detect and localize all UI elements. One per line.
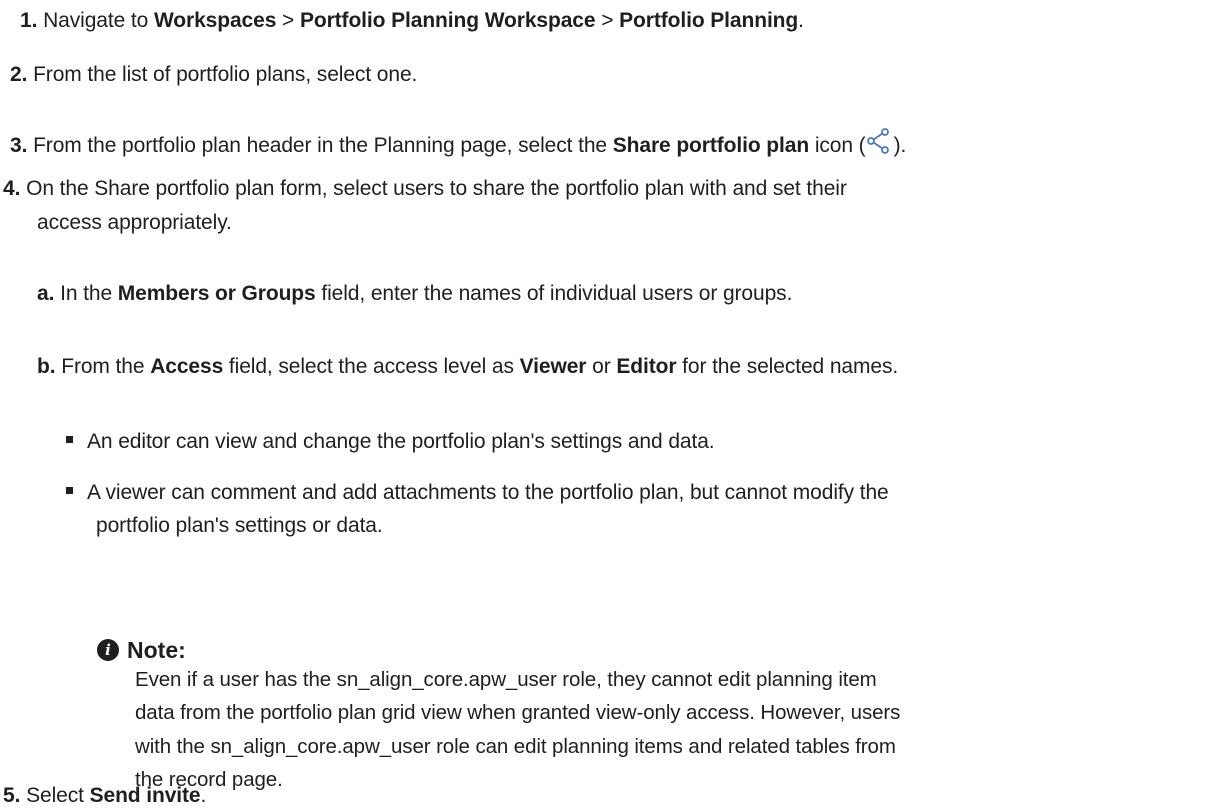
- info-icon: i: [97, 639, 119, 661]
- substep-text: field, select the access level as: [223, 355, 520, 378]
- step-5: 5. Select Send invite.: [3, 782, 206, 810]
- substep-text: From the: [61, 355, 151, 378]
- step-1: 1. Navigate to Workspaces > Portfolio Pl…: [20, 7, 804, 35]
- step-2: 2. From the list of portfolio plans, sel…: [10, 61, 417, 89]
- step-text: .: [798, 9, 804, 32]
- step-text: From the portfolio plan header in the Pl…: [33, 134, 613, 157]
- note-heading: i Note:: [97, 636, 186, 664]
- bullet-marker: [66, 486, 73, 494]
- substep-text: field, enter the names of individual use…: [315, 282, 793, 305]
- path-separator: >: [276, 9, 300, 32]
- bullet-text: An editor can view and change the portfo…: [87, 430, 715, 453]
- step-text: .: [200, 784, 207, 807]
- ui-term-editor: Editor: [616, 355, 677, 378]
- step-4-line-1: 4. On the Share portfolio plan form, sel…: [3, 175, 847, 203]
- bullet-text: A viewer can comment and add attachments…: [87, 481, 889, 504]
- ui-term-send-invite: Send invite: [89, 784, 201, 807]
- note-line: data from the portfolio plan grid view w…: [135, 701, 901, 724]
- substep-label: b.: [37, 355, 56, 378]
- step-number: 5.: [3, 784, 21, 807]
- step-4-line-2: access appropriately.: [37, 211, 232, 234]
- step-number: 4.: [3, 177, 21, 200]
- substep-a: a. In the Members or Groups field, enter…: [37, 280, 792, 308]
- step-text: Select: [26, 784, 90, 807]
- step-text: ).: [893, 134, 907, 157]
- bullet-viewer-continued: portfolio plan's settings or data.: [96, 514, 383, 537]
- note-line: with the sn_align_core.apw_user role can…: [135, 735, 896, 758]
- substep-text: In the: [60, 282, 118, 305]
- step-3: 3. From the portfolio plan header in the…: [10, 128, 906, 160]
- bullet-editor: An editor can view and change the portfo…: [66, 428, 715, 456]
- step-number: 2.: [10, 63, 28, 86]
- step-number: 3.: [10, 134, 28, 157]
- step-text: icon (: [809, 134, 866, 157]
- ui-term-access: Access: [150, 355, 224, 378]
- bullet-viewer: A viewer can comment and add attachments…: [66, 479, 889, 507]
- procedure-document: 1. Navigate to Workspaces > Portfolio Pl…: [0, 0, 1223, 812]
- step-text: From the list of portfolio plans, select…: [33, 63, 418, 86]
- ui-term-portfolio-planning-workspace: Portfolio Planning Workspace: [299, 9, 596, 32]
- ui-term-share-portfolio-plan: Share portfolio plan: [612, 134, 810, 157]
- bullet-marker: [66, 435, 73, 443]
- step-number: 1.: [20, 9, 38, 32]
- ui-term-workspaces: Workspaces: [153, 9, 277, 32]
- share-icon: [866, 128, 889, 154]
- note-line: Even if a user has the sn_align_core.apw…: [135, 668, 877, 691]
- ui-term-viewer: Viewer: [519, 355, 587, 378]
- step-text: On the Share portfolio plan form, select…: [26, 177, 847, 200]
- substep-text: or: [586, 355, 617, 378]
- substep-label: a.: [37, 282, 55, 305]
- note-title: Note:: [127, 636, 186, 663]
- ui-term-portfolio-planning: Portfolio Planning: [619, 9, 799, 32]
- path-separator: >: [595, 9, 620, 32]
- substep-b: b. From the Access field, select the acc…: [37, 353, 898, 381]
- ui-term-members-or-groups: Members or Groups: [117, 282, 316, 305]
- substep-text: for the selected names.: [676, 355, 899, 378]
- step-text: Navigate to: [43, 9, 154, 32]
